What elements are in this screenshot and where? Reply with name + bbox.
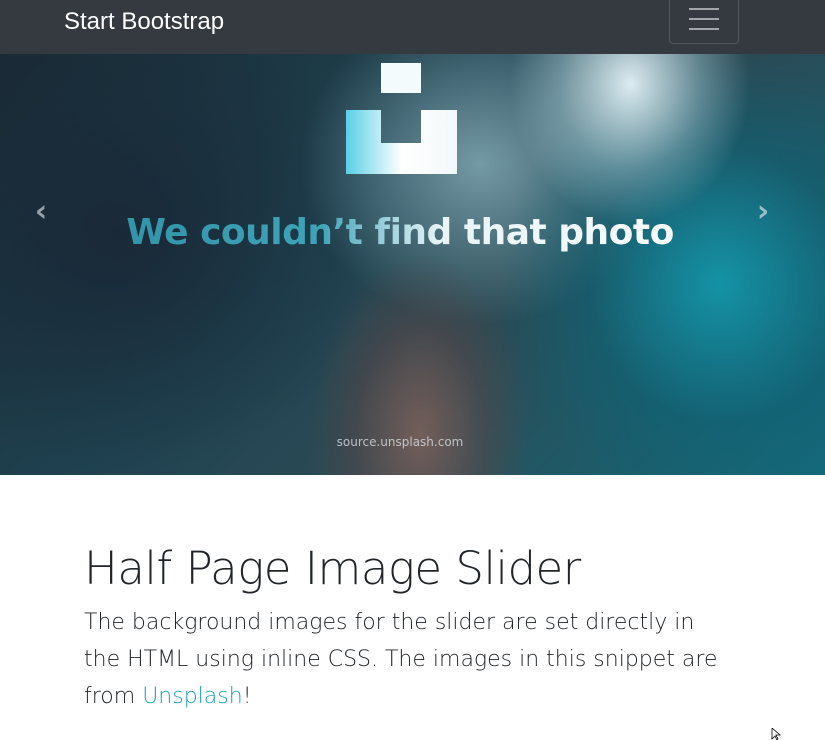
carousel-prev-button[interactable]: ‹	[26, 197, 56, 227]
chevron-right-icon: ›	[756, 194, 770, 229]
unsplash-logo-icon	[346, 63, 457, 174]
page-content: Half Page Image Slider The background im…	[84, 540, 734, 715]
navbar-brand[interactable]: Start Bootstrap	[64, 8, 224, 36]
navbar: Start Bootstrap	[0, 0, 825, 54]
unsplash-link[interactable]: Unsplash	[142, 684, 242, 709]
carousel-next-button[interactable]: ›	[748, 197, 778, 227]
mouse-cursor-icon	[771, 728, 782, 740]
lead-end: !	[242, 684, 252, 709]
navbar-toggler-button[interactable]	[669, 0, 739, 44]
page-title: Half Page Image Slider	[84, 542, 581, 595]
image-carousel: We couldn’t find that photo source.unspl…	[0, 54, 825, 475]
slide-source: source.unsplash.com	[336, 435, 464, 449]
slide-caption: We couldn’t find that photo	[0, 212, 800, 253]
lead-paragraph: The background images for the slider are…	[84, 604, 734, 715]
chevron-left-icon: ‹	[34, 194, 48, 229]
